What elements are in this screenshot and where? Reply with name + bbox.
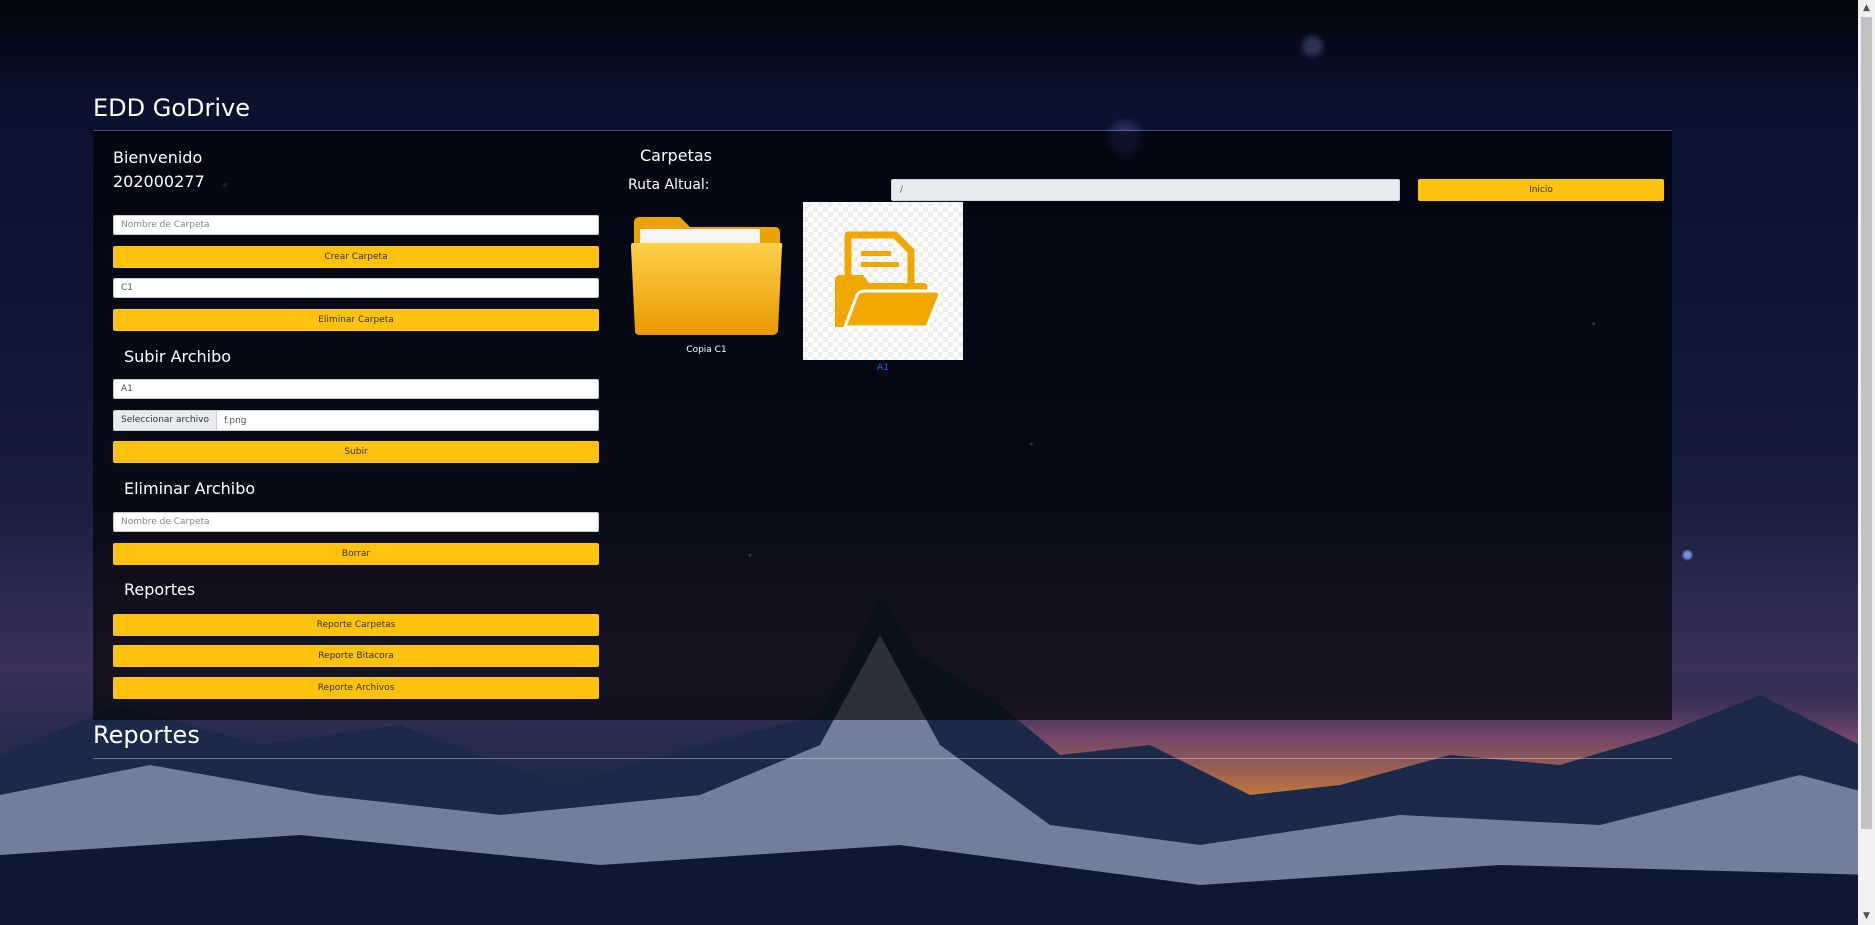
- welcome-block: Bienvenido 202000277: [113, 146, 205, 194]
- upload-heading: Subir Archibo: [124, 347, 232, 366]
- greeting: Bienvenido: [113, 148, 203, 167]
- upload-name-input[interactable]: [113, 379, 599, 399]
- app-title: EDD GoDrive: [93, 94, 251, 122]
- page-scrollbar[interactable]: ▲ ▼: [1858, 0, 1875, 925]
- selected-file-name: f.png: [223, 415, 247, 426]
- choose-file-button[interactable]: Seleccionar archivo: [114, 411, 217, 430]
- folder-name: Copia C1: [686, 345, 727, 355]
- file-name-link[interactable]: A1: [803, 363, 963, 373]
- folder-item[interactable]: Copia C1: [630, 213, 783, 355]
- create-folder-button[interactable]: Crear Carpeta: [113, 246, 599, 268]
- path-label: Ruta Altual:: [628, 177, 710, 193]
- delete-folder-input[interactable]: [113, 278, 599, 298]
- folder-icon: [631, 217, 783, 335]
- scroll-down-icon[interactable]: ▼: [1858, 908, 1875, 925]
- document-folder-icon: [835, 231, 941, 329]
- header: EDD GoDrive: [93, 92, 1672, 131]
- report-files-button[interactable]: Reporte Archivos: [113, 677, 599, 699]
- file-thumbnail: [803, 202, 963, 360]
- delete-file-heading: Eliminar Archibo: [124, 479, 256, 498]
- upload-button[interactable]: Subir: [113, 441, 599, 463]
- folder-name-input[interactable]: [113, 215, 599, 235]
- reports-section-title: Reportes: [93, 721, 200, 749]
- delete-file-input[interactable]: [113, 512, 599, 532]
- main-panel: Bienvenido 202000277 Crear Carpeta Elimi…: [93, 131, 1672, 720]
- folders-heading: Carpetas: [640, 146, 712, 165]
- delete-file-button[interactable]: Borrar: [113, 543, 599, 565]
- scroll-up-icon[interactable]: ▲: [1858, 0, 1875, 17]
- delete-folder-button[interactable]: Eliminar Carpeta: [113, 309, 599, 331]
- current-path-input[interactable]: [891, 179, 1400, 201]
- file-picker[interactable]: Seleccionar archivo f.png: [113, 410, 599, 431]
- file-item[interactable]: A1: [803, 202, 963, 373]
- reports-section: Reportes: [93, 718, 1672, 759]
- report-folders-button[interactable]: Reporte Carpetas: [113, 614, 599, 636]
- user-id: 202000277: [113, 172, 205, 191]
- scrollbar-thumb[interactable]: [1861, 17, 1872, 829]
- reports-heading: Reportes: [124, 580, 196, 599]
- report-log-button[interactable]: Reporte Bitacora: [113, 645, 599, 667]
- home-button[interactable]: Inicio: [1418, 179, 1664, 201]
